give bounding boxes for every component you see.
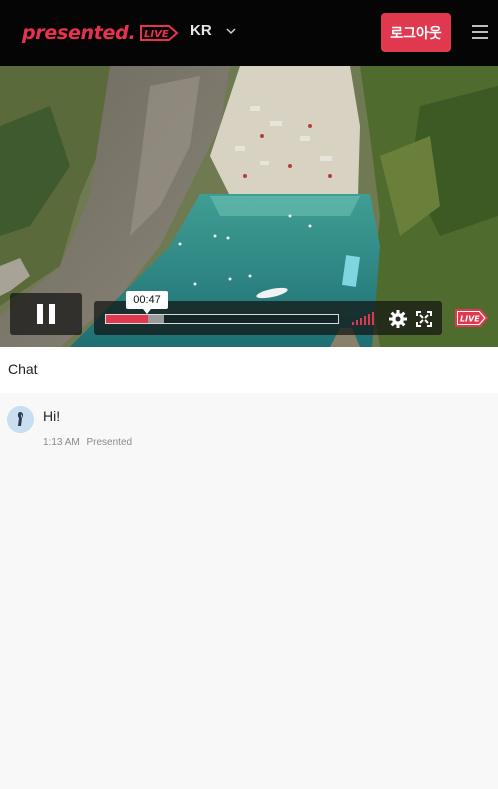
logo-text: presented. xyxy=(22,22,136,44)
chat-message-text: Hi! xyxy=(43,408,61,424)
avatar-figure-icon xyxy=(7,406,34,433)
live-badge-icon: LIVE xyxy=(140,25,179,41)
pause-icon-bar-right xyxy=(49,304,55,324)
settings-gear-icon[interactable] xyxy=(389,310,407,328)
chat-message-author: Presented xyxy=(86,437,133,448)
current-time-tooltip: 00:47 xyxy=(126,291,168,314)
chevron-down-icon xyxy=(226,27,236,34)
hamburger-menu-icon[interactable] xyxy=(472,25,488,39)
progress-bar[interactable] xyxy=(105,314,339,324)
language-selector[interactable]: KR xyxy=(190,22,236,39)
logout-button[interactable]: 로그아웃 xyxy=(381,13,451,52)
presented-live-logo[interactable]: presented. LIVE xyxy=(22,20,179,46)
top-nav-bar: presented. LIVE KR 로그아웃 xyxy=(0,0,498,66)
chat-message-time: 1:13 AM xyxy=(43,437,80,448)
chat-message-meta: 1:13 AM Presented xyxy=(43,437,136,448)
video-player[interactable]: 00:47 LIVE xyxy=(0,66,498,347)
svg-text:LIVE: LIVE xyxy=(144,29,169,40)
pause-button[interactable] xyxy=(10,293,82,335)
user-avatar xyxy=(7,406,34,433)
chat-message-list: Hi! 1:13 AM Presented xyxy=(0,393,498,789)
language-label: KR xyxy=(190,22,212,39)
progress-played xyxy=(106,315,148,323)
live-indicator-badge: LIVE xyxy=(455,309,488,327)
chat-title: Chat xyxy=(8,361,38,377)
volume-icon[interactable] xyxy=(352,311,378,325)
pause-icon-bar-left xyxy=(37,304,43,324)
fullscreen-icon[interactable] xyxy=(416,311,432,327)
chat-header: Chat xyxy=(0,347,498,393)
svg-text:LIVE: LIVE xyxy=(460,315,480,324)
